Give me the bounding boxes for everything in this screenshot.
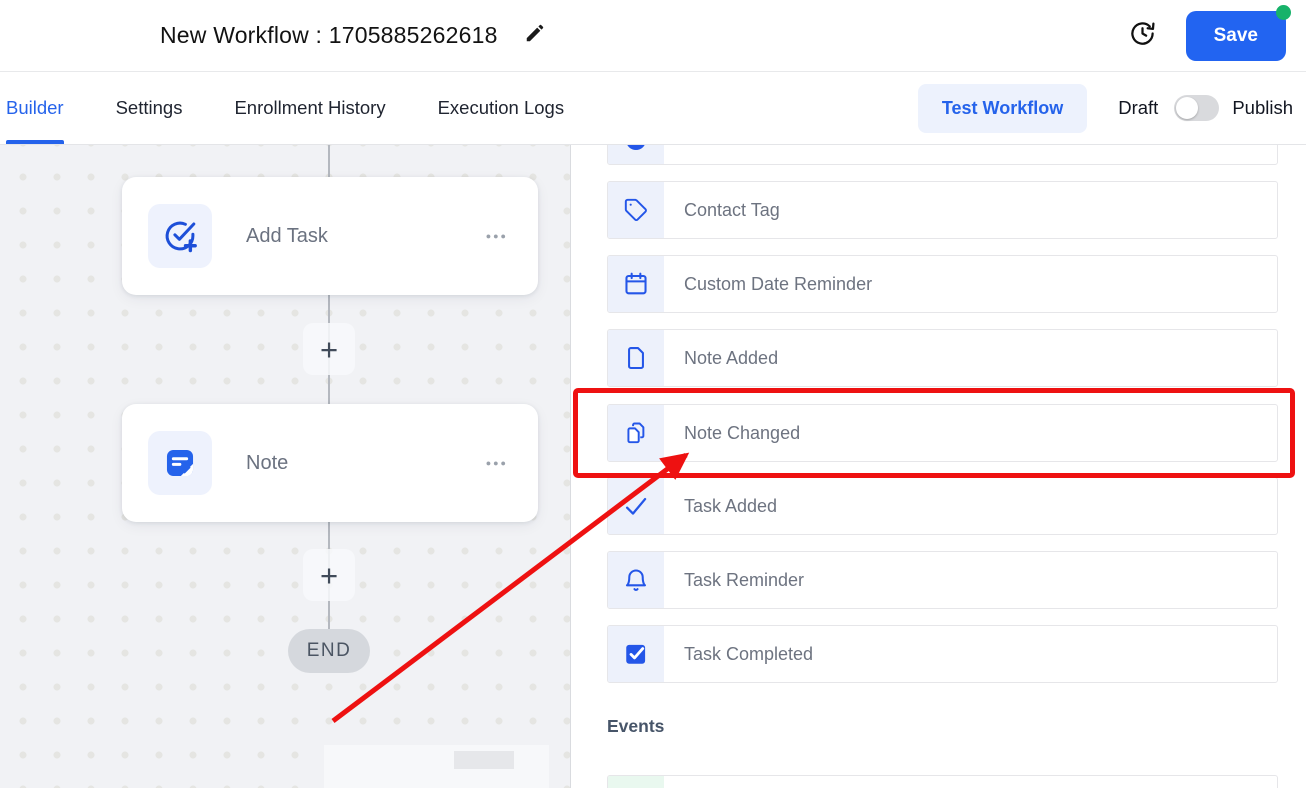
node-note[interactable]: Note ●●● — [122, 404, 538, 522]
trigger-label: Note Added — [684, 348, 778, 369]
node-menu-button[interactable]: ●●● — [482, 227, 512, 245]
plus-icon: + — [320, 334, 338, 365]
node-add-task[interactable]: Add Task ●●● — [122, 177, 538, 295]
test-workflow-button[interactable]: Test Workflow — [918, 84, 1087, 133]
node-label: Add Task — [246, 225, 328, 248]
trigger-item-partial-top[interactable] — [607, 145, 1278, 165]
toggle-knob — [1176, 97, 1198, 119]
tab-enrollment-history[interactable]: Enrollment History — [234, 72, 385, 144]
node-label: Note — [246, 452, 288, 475]
check-icon — [608, 478, 664, 534]
save-button[interactable]: Save — [1186, 11, 1286, 61]
workflow-title: New Workflow : 1705885262618 — [160, 22, 498, 49]
history-button[interactable] — [1129, 20, 1156, 52]
trigger-label: Note Changed — [684, 423, 800, 444]
bottom-panel-placeholder — [454, 751, 514, 769]
task-add-icon — [148, 204, 212, 268]
end-node: END — [288, 629, 370, 673]
calendar-icon — [608, 256, 664, 312]
tab-builder[interactable]: Builder — [6, 72, 64, 144]
events-section-header: Events — [607, 716, 664, 737]
trigger-item-contact-tag[interactable]: Contact Tag — [607, 181, 1278, 239]
pencil-icon — [524, 22, 546, 49]
unsaved-changes-dot — [1276, 5, 1291, 20]
trigger-icon-strip-green — [608, 776, 664, 788]
note-icon — [148, 431, 212, 495]
edit-title-button[interactable] — [524, 22, 546, 49]
add-step-button-2[interactable]: + — [303, 549, 355, 601]
partial-blue-icon — [626, 145, 646, 150]
trigger-label: Contact Tag — [684, 200, 780, 221]
app-header: New Workflow : 1705885262618 Save — [0, 0, 1306, 72]
trigger-label: Task Reminder — [684, 570, 804, 591]
trigger-item-task-completed[interactable]: Task Completed — [607, 625, 1278, 683]
publish-label: Publish — [1232, 97, 1293, 119]
node-menu-button[interactable]: ●●● — [482, 454, 512, 472]
checkbox-checked-icon — [608, 626, 664, 682]
draft-label: Draft — [1118, 97, 1158, 119]
tab-settings[interactable]: Settings — [116, 72, 183, 144]
add-step-button-1[interactable]: + — [303, 323, 355, 375]
workflow-canvas: Add Task ●●● + Note ●●● + END — [0, 145, 571, 788]
copy-file-icon — [608, 405, 664, 461]
trigger-item-partial-bottom[interactable] — [607, 775, 1278, 788]
trigger-label: Custom Date Reminder — [684, 274, 872, 295]
file-icon — [608, 330, 664, 386]
trigger-item-note-changed[interactable]: Note Changed — [607, 404, 1278, 462]
trigger-label: Task Added — [684, 496, 777, 517]
trigger-list-panel: Contact Tag Custom Date Reminder Note Ad… — [571, 145, 1306, 788]
tag-icon — [608, 182, 664, 238]
workflow-tabbar: Builder Settings Enrollment History Exec… — [0, 72, 1306, 145]
trigger-item-note-added[interactable]: Note Added — [607, 329, 1278, 387]
trigger-label: Task Completed — [684, 644, 813, 665]
trigger-item-task-added[interactable]: Task Added — [607, 477, 1278, 535]
plus-icon: + — [320, 560, 338, 591]
publish-toggle[interactable] — [1174, 95, 1219, 121]
save-button-label: Save — [1214, 25, 1258, 46]
trigger-item-custom-date-reminder[interactable]: Custom Date Reminder — [607, 255, 1278, 313]
bell-icon — [608, 552, 664, 608]
main-area: Add Task ●●● + Note ●●● + END — [0, 145, 1306, 788]
trigger-item-task-reminder[interactable]: Task Reminder — [607, 551, 1278, 609]
history-clock-icon — [1129, 20, 1156, 52]
tab-execution-logs[interactable]: Execution Logs — [438, 72, 565, 144]
trigger-icon-strip — [608, 145, 664, 164]
canvas-bottom-panel — [324, 745, 549, 788]
